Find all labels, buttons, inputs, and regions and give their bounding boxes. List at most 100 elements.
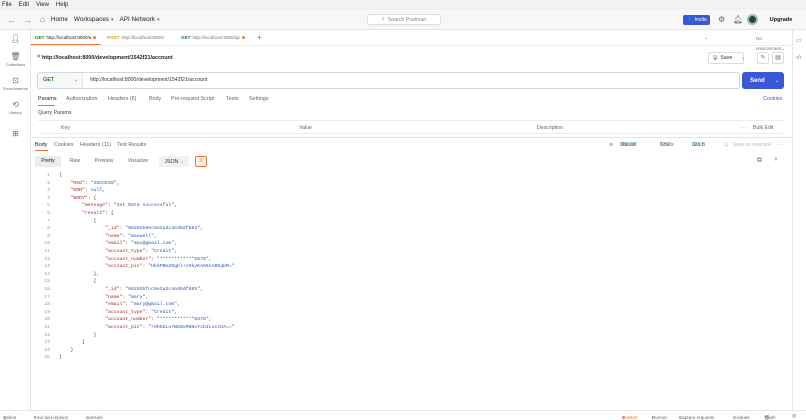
raw-button[interactable]: Raw <box>63 156 87 167</box>
line-number: 5 <box>47 203 50 209</box>
sidebar-item-apps[interactable]: ⊞ <box>0 129 31 139</box>
sidebar-item-history[interactable]: ⟲ History <box>0 100 31 115</box>
request-tab[interactable]: GET http://localhost:8000/a <box>35 35 97 40</box>
edit-pencil-icon[interactable]: ✎ <box>757 52 769 64</box>
line-number: 7 <box>47 218 50 224</box>
line-number: 6 <box>47 211 50 216</box>
send-button[interactable]: Send ⌄ <box>742 72 784 89</box>
menu-view[interactable]: View <box>36 2 49 8</box>
api-icon[interactable]: ▭ <box>796 37 802 44</box>
code-icon[interactable]: ‹/› <box>796 55 802 61</box>
tab-response-body[interactable]: Body <box>35 142 47 148</box>
json-format-select[interactable]: JSON ⌄ <box>159 156 189 167</box>
tab-response-cookies[interactable]: Cookies <box>54 142 73 148</box>
home-icon: ⌂ <box>40 15 45 24</box>
upgrade-button[interactable]: Upgrade <box>766 15 796 25</box>
user-icon: 👤︎ <box>10 34 21 43</box>
request-tab[interactable]: GET http://localhost:8000/ap <box>181 35 245 40</box>
active-tab-underline <box>35 150 48 151</box>
forward-arrow-icon[interactable]: → <box>23 15 32 25</box>
avatar[interactable] <box>747 14 758 25</box>
tab-test-results[interactable]: Test Results <box>117 142 146 148</box>
documentation-icon[interactable]: ▤ <box>772 52 784 64</box>
tab-label: http://localhost:8000/a <box>46 35 92 40</box>
tab-authorization[interactable]: Authorization <box>66 96 97 102</box>
copy-icon[interactable]: ⧉ <box>757 157 762 165</box>
code-line: "MSG": "SUCCESS", <box>70 180 120 186</box>
menu-edit[interactable]: Edit <box>19 2 29 8</box>
environment-selector[interactable]: No environment ⌄ <box>724 34 787 51</box>
code-line: "account_pin": "+OhG8Lo7WGNxM0NoYxbILocz… <box>105 325 235 330</box>
menu-file[interactable]: File <box>2 2 12 8</box>
save-as-example-button[interactable]: Save as example <box>733 142 771 148</box>
json-label: JSON <box>164 159 179 165</box>
request-title[interactable]: http://localhost:8000/development/1542f2… <box>42 55 173 61</box>
more-options-icon[interactable]: ··· <box>777 142 782 148</box>
settings-gear-icon[interactable]: ⚙ <box>718 15 725 24</box>
globe-icon: ⊕ <box>609 142 614 148</box>
url-input[interactable]: http://localhost:8000/development/1542f2… <box>90 73 207 88</box>
method-select[interactable]: GET ⌄ <box>38 73 83 88</box>
tab-pre-request-script[interactable]: Pre-request Script <box>171 96 214 102</box>
console-label: Console <box>86 415 103 420</box>
home-link[interactable]: Home <box>51 16 68 23</box>
tabs-chevron-down-icon[interactable]: ⌄ <box>704 35 708 41</box>
chevron-down-icon: ▾ <box>110 16 114 23</box>
sidebar-item-collections[interactable]: 🗑︎ Collections <box>0 52 31 67</box>
request-tab[interactable]: POST http://localhost:8000/ <box>107 35 164 40</box>
line-number: 8 <box>47 226 50 232</box>
more-options-icon[interactable]: ··· <box>740 125 745 131</box>
menu-help[interactable]: Help <box>56 2 68 8</box>
pretty-button[interactable]: Pretty <box>35 156 61 167</box>
add-user-icon: 👤 <box>686 17 693 23</box>
invite-button[interactable]: 👤 Invite <box>683 15 710 25</box>
search-icon: ⌕ <box>381 16 385 22</box>
code-line: "result": [ <box>82 211 114 216</box>
new-tab-plus-icon[interactable]: + <box>257 33 262 42</box>
tab-body[interactable]: Body <box>149 96 161 102</box>
status-bar: ◎ Online ⌕ Find and replace ▭ Console ◈ … <box>0 410 806 420</box>
search-bar[interactable]: ⌕ Search Postman <box>367 14 441 25</box>
save-icon: 🖫 <box>713 54 718 61</box>
line-number: 11 <box>44 249 50 254</box>
online-label: Online <box>3 415 17 420</box>
sidebar-item-environments[interactable]: ⊡ Environments <box>0 76 31 91</box>
save-button[interactable]: 🖫 Save ⌄ <box>708 52 746 64</box>
tab-method: GET <box>181 35 191 40</box>
wrap-lines-icon[interactable]: ≡ <box>195 156 207 167</box>
response-size[interactable]: Size: 821 B <box>692 142 705 148</box>
tab-response-headers[interactable]: Headers (11) <box>80 142 111 148</box>
panel-divider[interactable] <box>31 137 792 138</box>
api-network-label: API Network <box>119 16 155 23</box>
preview-button[interactable]: Preview <box>89 156 119 167</box>
column-description: Description <box>537 125 563 131</box>
tab-params[interactable]: Params <box>38 96 57 102</box>
cookies-link[interactable]: Cookies <box>763 96 782 102</box>
tab-tests[interactable]: Tests <box>226 96 239 102</box>
search-icon[interactable]: ⌕ <box>774 156 778 164</box>
code-line: } <box>59 355 62 361</box>
tab-settings[interactable]: Settings <box>249 96 268 102</box>
bulk-edit-link[interactable]: Bulk Edit <box>753 125 773 131</box>
line-number: 22 <box>44 332 50 338</box>
api-network-dropdown[interactable]: API Network ▾ <box>119 16 159 23</box>
sidebar-item-user[interactable]: 👤︎ <box>0 34 31 44</box>
active-tab-underline <box>38 105 55 106</box>
tab-headers[interactable]: Headers (6) <box>108 96 136 102</box>
response-status[interactable]: Status: 200 OK <box>620 142 637 148</box>
line-number: 3 <box>47 188 50 194</box>
menu-bar: File Edit View Help <box>0 0 806 10</box>
code-line: }, <box>59 271 100 277</box>
back-arrow-icon[interactable]: ← <box>7 15 16 25</box>
line-number: 1 <box>47 173 50 178</box>
notification-bell-icon[interactable]: 🔔︎ <box>733 15 743 24</box>
response-body-viewer[interactable]: 1 {2 "MSG": "SUCCESS", 3 "ERR": null, 4 "BO… <box>35 171 785 361</box>
layout-icon[interactable]: ▥ <box>792 413 796 419</box>
history-icon: ⟲ <box>12 100 19 109</box>
response-time[interactable]: Time: 6.52 s <box>660 142 674 148</box>
save-label: Save <box>720 55 733 61</box>
visualize-button[interactable]: Visualize <box>121 156 155 167</box>
workspaces-dropdown[interactable]: Workspaces ▾ <box>74 16 114 23</box>
request-tabs-bar: GET http://localhost:8000/a POST http://lo… <box>31 32 792 51</box>
chevron-down-icon: ⌄ <box>741 55 746 61</box>
